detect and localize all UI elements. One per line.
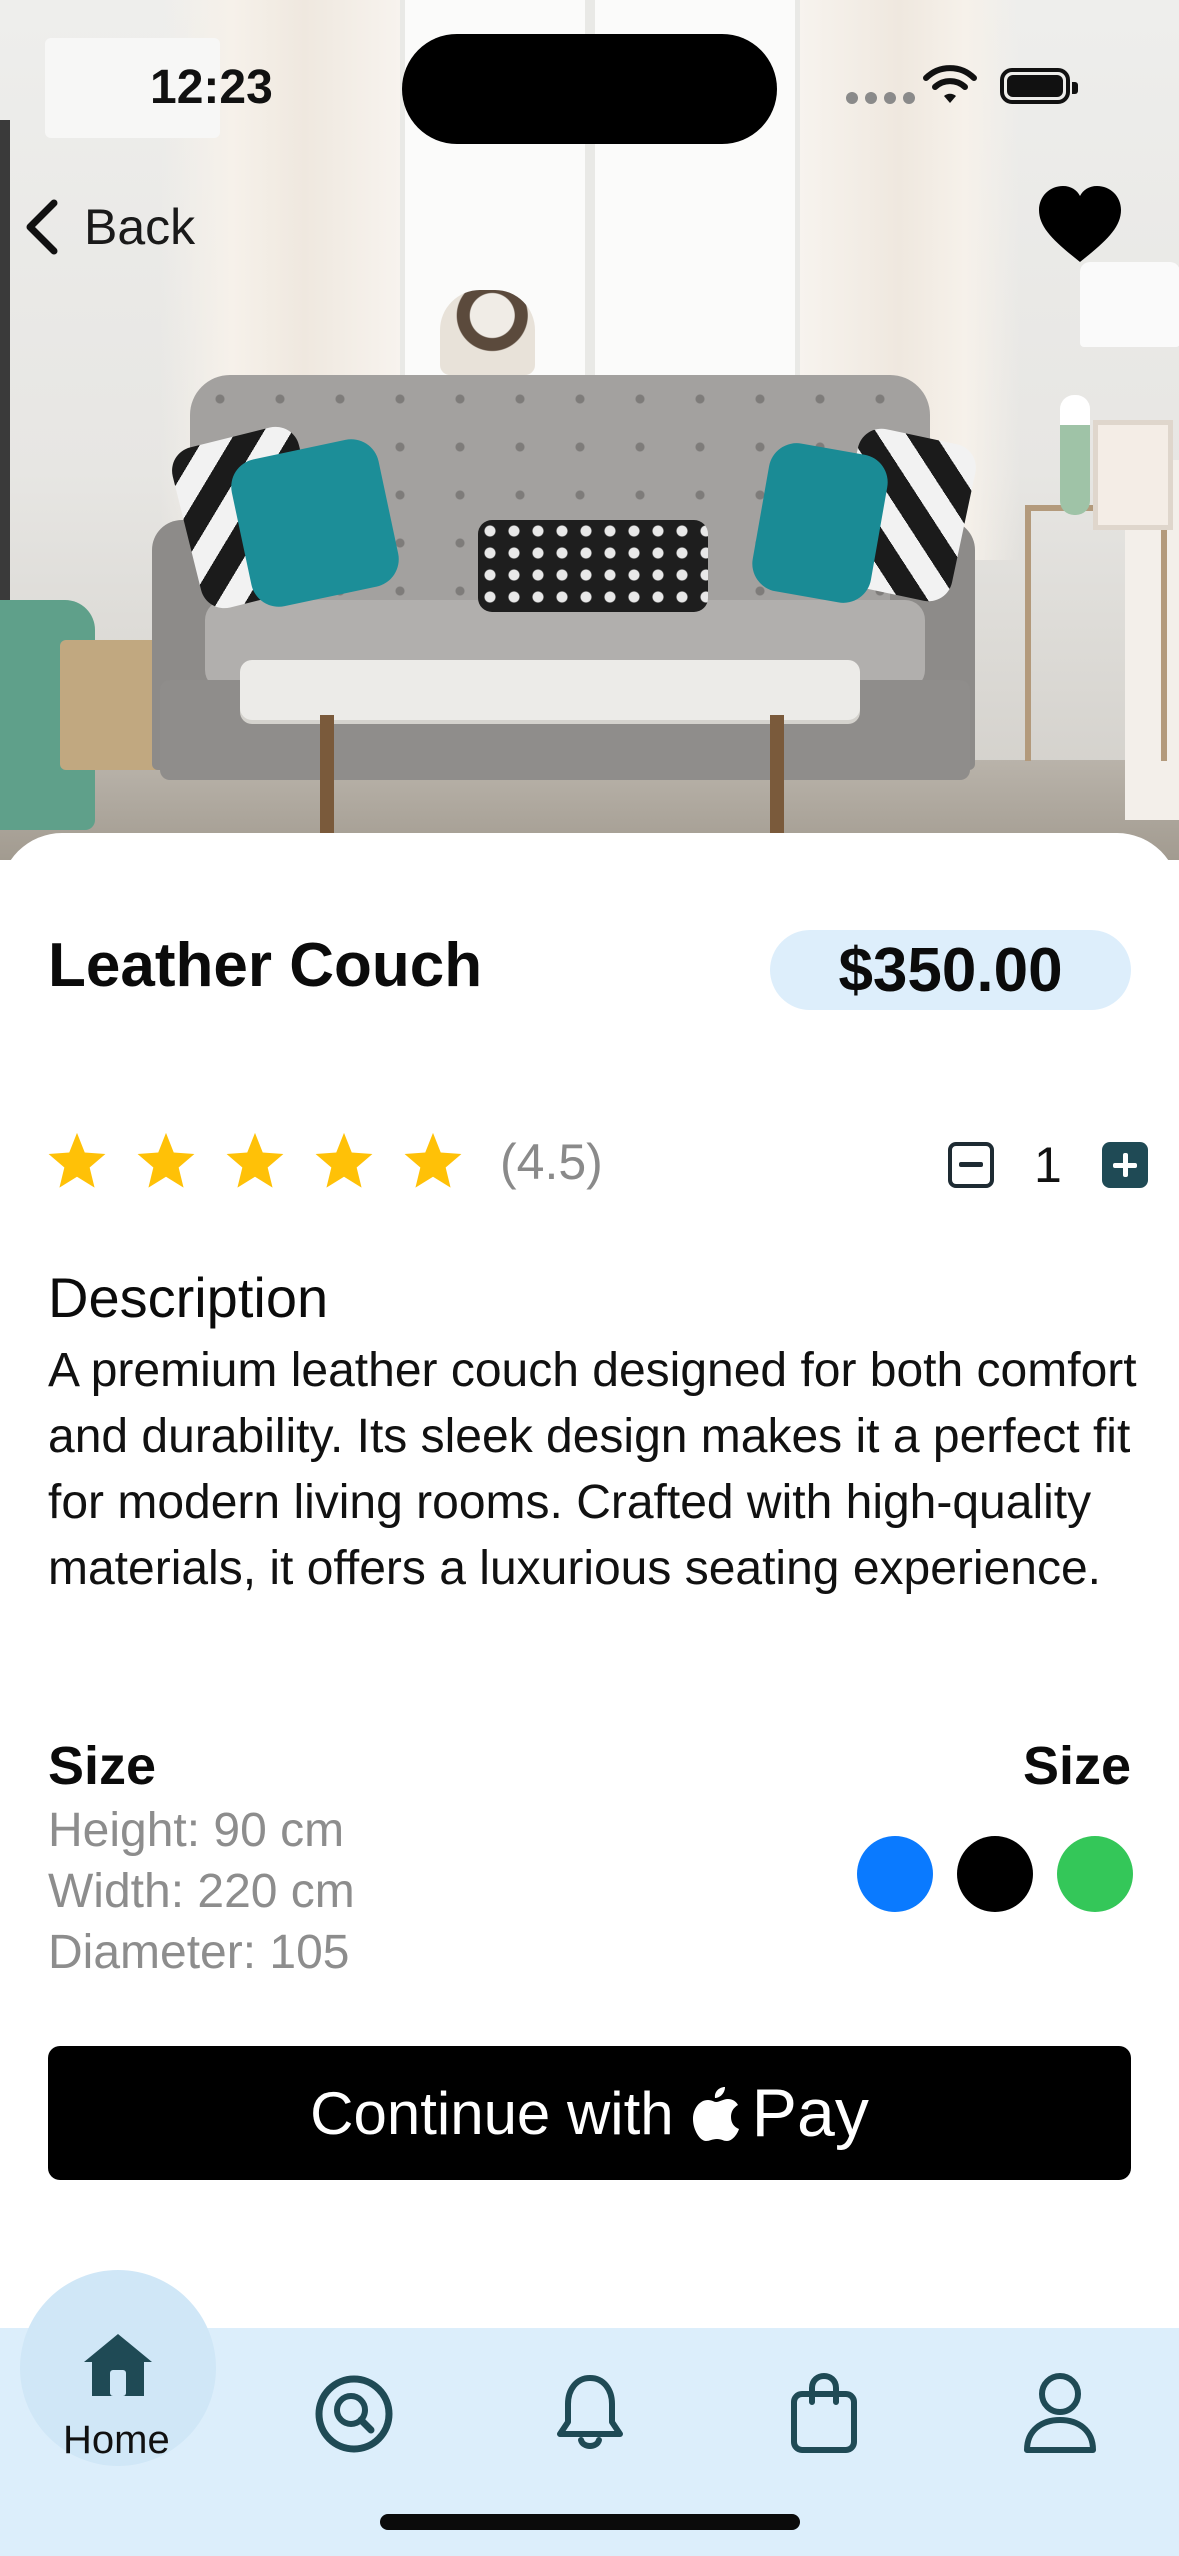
- photo-table-leg: [770, 715, 784, 835]
- price-badge: $350.00: [770, 930, 1131, 1010]
- apple-pay-label: Continue with: [310, 2079, 674, 2147]
- back-button[interactable]: Back: [20, 192, 195, 262]
- dynamic-island: [402, 34, 777, 144]
- size-heading: Size: [48, 1736, 157, 1796]
- apple-pay-button[interactable]: Continue with Pay: [48, 2046, 1131, 2180]
- color-swatch-green[interactable]: [1057, 1836, 1133, 1912]
- star-icon: [137, 1132, 195, 1188]
- star-icon: [48, 1132, 106, 1188]
- status-time: 12:23: [150, 61, 273, 114]
- dimension-diameter: Diameter: 105: [48, 1926, 350, 1979]
- photo-side-table: [1025, 505, 1167, 761]
- color-heading: Size: [1022, 1736, 1131, 1796]
- home-indicator: [380, 2514, 800, 2530]
- back-label: Back: [84, 199, 196, 255]
- dimension-height: Height: 90 cm: [48, 1804, 345, 1857]
- photo-coffee-table: [240, 660, 860, 720]
- color-swatch-blue[interactable]: [857, 1836, 933, 1912]
- heart-icon[interactable]: [1035, 182, 1125, 272]
- star-rating: [46, 1130, 464, 1190]
- rating-value: (4.5): [500, 1134, 603, 1190]
- shopping-bag-icon[interactable]: [788, 2372, 860, 2454]
- battery-icon: [1000, 68, 1078, 104]
- photo-side-lamp: [1080, 262, 1179, 347]
- chevron-left-icon: [26, 199, 58, 255]
- increase-quantity-button[interactable]: [1101, 1142, 1148, 1188]
- tab-home-label[interactable]: Home: [63, 2418, 170, 2463]
- color-swatch-black[interactable]: [957, 1836, 1033, 1912]
- dimensions-list: Height: 90 cm Width: 220 cm Diameter: 10…: [48, 1800, 355, 1983]
- decrease-quantity-button[interactable]: [948, 1142, 994, 1188]
- minus-icon: [959, 1162, 983, 1167]
- profile-icon[interactable]: [1022, 2372, 1098, 2454]
- quantity-value: 1: [1034, 1137, 1062, 1193]
- star-icon: [404, 1132, 462, 1188]
- color-swatches: [857, 1836, 1133, 1912]
- cellular-signal-icon: [846, 92, 915, 104]
- wifi-icon: [923, 65, 977, 103]
- description-text: A premium leather couch designed for bot…: [48, 1344, 1137, 1595]
- star-icon: [226, 1132, 284, 1188]
- photo-pillow: [478, 520, 708, 612]
- search-icon[interactable]: [314, 2374, 394, 2454]
- apple-icon: [692, 2087, 739, 2141]
- photo-table-leg: [320, 715, 334, 835]
- bell-icon[interactable]: [554, 2372, 626, 2452]
- photo-flower-vase: [1060, 395, 1090, 515]
- plus-icon: [1112, 1153, 1137, 1177]
- description-heading: Description: [48, 1266, 329, 1329]
- star-icon: [315, 1132, 373, 1188]
- photo-picture-frame: [1093, 420, 1173, 530]
- apple-pay-wordmark: Pay: [751, 2075, 869, 2151]
- price-value: $350.00: [838, 935, 1063, 1005]
- product-title: Leather Couch: [48, 931, 483, 1000]
- home-icon[interactable]: [82, 2330, 154, 2398]
- photo-floor-lamp: [0, 120, 10, 620]
- dimension-width: Width: 220 cm: [48, 1865, 355, 1918]
- photo-pillow: [226, 434, 404, 612]
- photo-cat: [440, 290, 535, 375]
- quantity-stepper: 1: [948, 1136, 1148, 1194]
